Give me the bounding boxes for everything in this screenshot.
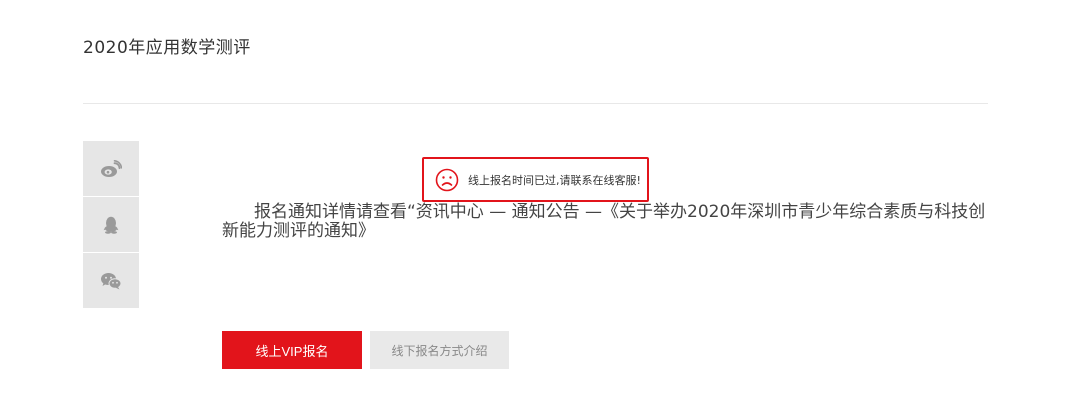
share-bar	[83, 141, 139, 309]
sad-face-icon	[435, 168, 459, 191]
wechat-icon	[101, 272, 122, 289]
weibo-icon	[101, 159, 122, 177]
qq-icon	[103, 216, 119, 234]
vip-signup-button[interactable]: 线上VIP报名	[222, 331, 362, 369]
toast-text: 线上报名时间已过,请联系在线客服!	[468, 173, 641, 187]
notice-text: 报名通知详情请查看“资讯中心 — 通知公告 —《关于举办2020年深圳市青少年综…	[222, 202, 986, 241]
share-wechat-button[interactable]	[83, 253, 139, 308]
share-qq-button[interactable]	[83, 197, 139, 252]
offline-signup-info-button[interactable]: 线下报名方式介绍	[370, 331, 509, 369]
page-title: 2020年应用数学测评	[83, 38, 251, 58]
share-weibo-button[interactable]	[83, 141, 139, 196]
divider	[83, 103, 988, 104]
page: 2020年应用数学测评 报名通知详情请查看“资讯中心 — 通知公告 —《关于举办…	[0, 0, 1080, 404]
toast-message: 线上报名时间已过,请联系在线客服!	[422, 157, 649, 202]
